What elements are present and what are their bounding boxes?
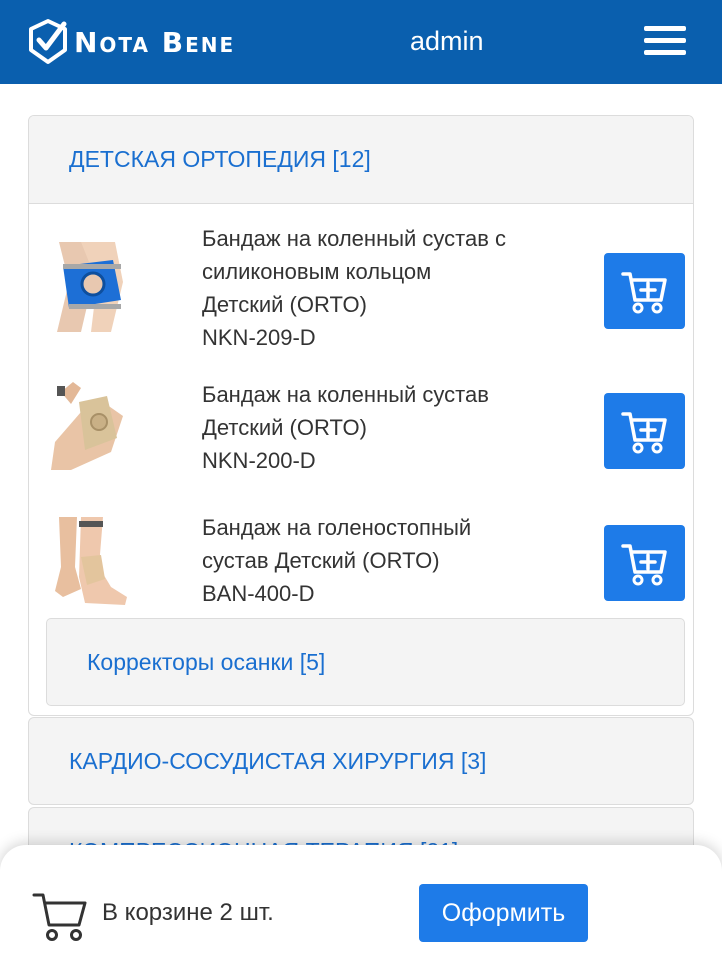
ankle-brace-image[interactable]: [51, 517, 131, 605]
product-line: Детский (ORTO): [202, 415, 367, 440]
app-header: Nota Bene admin: [0, 0, 722, 84]
product-line: силиконовым кольцом: [202, 259, 432, 284]
product-description: Бандаж на коленный сустав с силиконовым …: [202, 222, 582, 354]
product-sku: NKN-209-D: [202, 325, 316, 350]
product-line: Бандаж на голеностопный: [202, 515, 472, 540]
cart-plus-icon: [620, 544, 667, 586]
add-to-cart-button[interactable]: [604, 393, 685, 469]
logo[interactable]: Nota Bene: [26, 18, 235, 66]
category-panel[interactable]: КАРДИО-СОСУДИСТАЯ ХИРУРГИЯ [3]: [28, 717, 694, 805]
category-header[interactable]: ДЕТСКАЯ ОРТОПЕДИЯ [12]: [29, 116, 693, 204]
category-title[interactable]: КАРДИО-СОСУДИСТАЯ ХИРУРГИЯ [3]: [69, 748, 486, 775]
product-line: сустав Детский (ORTO): [202, 548, 440, 573]
knee-brace-beige-image[interactable]: [51, 382, 131, 470]
category-panel-detskaya-ortopediya: ДЕТСКАЯ ОРТОПЕДИЯ [12] Бандаж на коленны…: [28, 115, 694, 716]
add-to-cart-button[interactable]: [604, 525, 685, 601]
add-to-cart-button[interactable]: [604, 253, 685, 329]
product-line: Детский (ORTO): [202, 292, 367, 317]
cart-plus-icon: [620, 272, 667, 314]
product-line: Бандаж на коленный сустав с: [202, 226, 507, 251]
category-title[interactable]: ДЕТСКАЯ ОРТОПЕДИЯ [12]: [69, 146, 371, 173]
product-description: Бандаж на коленный сустав Детский (ORTO)…: [202, 378, 582, 477]
knee-brace-blue-image[interactable]: [51, 242, 131, 332]
hamburger-menu-icon[interactable]: [644, 26, 686, 60]
subcategory-title[interactable]: Корректоры осанки [5]: [87, 649, 325, 676]
checkout-button[interactable]: Оформить: [419, 884, 588, 942]
cart-icon: [32, 893, 87, 941]
product-sku: NKN-200-D: [202, 448, 316, 473]
product-line: Бандаж на коленный сустав: [202, 382, 489, 407]
username[interactable]: admin: [410, 26, 484, 57]
shield-check-icon: [29, 19, 67, 64]
product-sku: BAN-400-D: [202, 581, 315, 606]
cart-plus-icon: [620, 412, 667, 454]
cart-summary-sheet: В корзине 2 шт. Оформить: [0, 845, 722, 978]
product-description: Бандаж на голеностопный сустав Детский (…: [202, 511, 582, 610]
cart-count-text: В корзине 2 шт.: [102, 899, 274, 926]
logo-text: Nota Bene: [74, 25, 236, 59]
subcategory-item[interactable]: Корректоры осанки [5]: [46, 618, 685, 706]
